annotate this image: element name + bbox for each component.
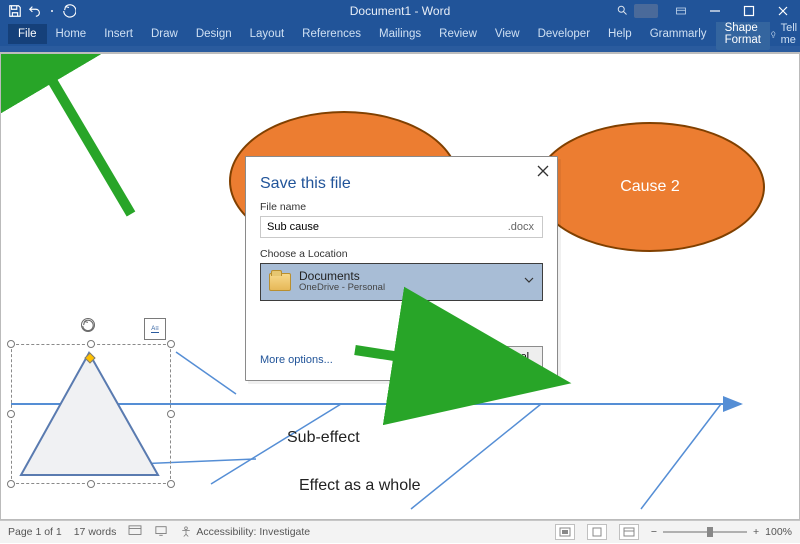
tab-help[interactable]: Help (599, 24, 641, 44)
document-title: Document1 - Word (350, 4, 450, 18)
resize-handle[interactable] (167, 410, 175, 418)
focus-view-icon[interactable] (555, 524, 575, 540)
triangle-shape[interactable] (17, 349, 162, 479)
resize-handle[interactable] (7, 480, 15, 488)
minimize-button[interactable] (698, 0, 732, 22)
tab-shape-format[interactable]: Shape Format (716, 18, 770, 50)
resize-handle[interactable] (7, 340, 15, 348)
save-button[interactable]: Save (411, 346, 473, 368)
tab-review[interactable]: Review (430, 24, 486, 44)
zoom-slider-thumb[interactable] (707, 527, 713, 537)
dialog-title: Save this file (246, 157, 557, 201)
tab-draw[interactable]: Draw (142, 24, 187, 44)
save-icon[interactable] (8, 4, 22, 18)
user-avatar[interactable] (634, 4, 658, 18)
redo-icon[interactable] (62, 4, 76, 18)
tab-view[interactable]: View (486, 24, 529, 44)
location-sub: OneDrive - Personal (299, 283, 385, 293)
dialog-close-icon[interactable] (533, 161, 553, 181)
ribbon-tabs: File Home Insert Draw Design Layout Refe… (0, 22, 800, 46)
tab-file[interactable]: File (8, 24, 47, 44)
file-name-input[interactable] (261, 221, 508, 233)
tab-design[interactable]: Design (187, 24, 241, 44)
tab-layout[interactable]: Layout (241, 24, 294, 44)
zoom-out-icon[interactable]: − (651, 526, 657, 538)
maximize-button[interactable] (732, 0, 766, 22)
language-icon[interactable] (128, 525, 142, 540)
tab-grammarly[interactable]: Grammarly (641, 24, 716, 44)
resize-handle[interactable] (87, 340, 95, 348)
zoom-control[interactable]: − + 100% (651, 526, 792, 538)
resize-handle[interactable] (7, 410, 15, 418)
tab-developer[interactable]: Developer (529, 24, 599, 44)
folder-icon (269, 273, 291, 291)
undo-icon[interactable] (28, 4, 42, 18)
document-canvas[interactable]: Cause 2 A≡ Sub-effect Effect as a whole … (0, 54, 800, 520)
file-extension: .docx (508, 221, 542, 233)
cancel-button[interactable]: Cancel (481, 346, 543, 368)
tab-insert[interactable]: Insert (95, 24, 142, 44)
effect-whole-label: Effect as a whole (299, 477, 421, 495)
print-layout-icon[interactable] (587, 524, 607, 540)
status-words[interactable]: 17 words (74, 526, 117, 538)
status-page[interactable]: Page 1 of 1 (8, 526, 62, 538)
more-options-link[interactable]: More options... (260, 354, 333, 366)
ribbon-body (0, 46, 800, 54)
search-icon[interactable] (616, 4, 628, 19)
sub-effect-label: Sub-effect (287, 429, 360, 447)
tab-mailings[interactable]: Mailings (370, 24, 430, 44)
file-name-label: File name (246, 201, 557, 216)
web-layout-icon[interactable] (619, 524, 639, 540)
ribbon-display-icon[interactable] (664, 0, 698, 22)
zoom-value[interactable]: 100% (765, 526, 792, 538)
cause2-ellipse[interactable]: Cause 2 (535, 122, 765, 252)
status-bar: Page 1 of 1 17 words Accessibility: Inve… (0, 520, 800, 543)
tab-references[interactable]: References (293, 24, 370, 44)
chevron-down-icon (524, 273, 534, 291)
zoom-in-icon[interactable]: + (753, 526, 759, 538)
resize-handle[interactable] (167, 340, 175, 348)
tab-home[interactable]: Home (47, 24, 96, 44)
display-settings-icon[interactable] (154, 525, 168, 540)
choose-location-label: Choose a Location (246, 248, 557, 263)
text-box-icon[interactable]: A≡ (144, 318, 166, 340)
location-dropdown[interactable]: Documents OneDrive - Personal (260, 263, 543, 301)
accessibility-status[interactable]: Accessibility: Investigate (180, 526, 310, 538)
rotate-handle-icon[interactable] (81, 318, 95, 332)
save-dialog: Save this file File name .docx Choose a … (245, 156, 558, 381)
resize-handle[interactable] (87, 480, 95, 488)
tell-me[interactable]: Tell me (770, 22, 800, 46)
qat-chevron-icon[interactable] (48, 7, 56, 15)
close-button[interactable] (766, 0, 800, 22)
resize-handle[interactable] (167, 480, 175, 488)
cause2-label: Cause 2 (620, 178, 680, 196)
title-bar: Document1 - Word (0, 0, 800, 22)
